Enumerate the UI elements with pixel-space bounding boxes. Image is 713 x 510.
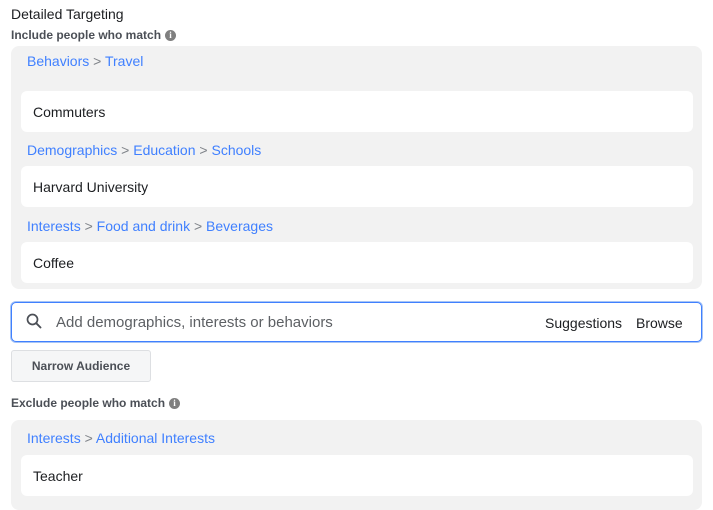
- breadcrumb-separator: >: [84, 218, 93, 234]
- targeting-item[interactable]: Teacher: [21, 455, 693, 496]
- info-icon[interactable]: i: [165, 29, 177, 41]
- breadcrumb-link[interactable]: Additional Interests: [96, 430, 215, 446]
- breadcrumb-interests-food-beverages: Interests > Food and drink > Beverages: [27, 218, 273, 234]
- browse-link[interactable]: Browse: [636, 315, 683, 331]
- breadcrumb-separator: >: [193, 218, 203, 234]
- breadcrumb-separator: >: [121, 142, 130, 158]
- targeting-item-label: Commuters: [33, 104, 106, 120]
- page-title: Detailed Targeting: [11, 6, 124, 22]
- breadcrumb-link[interactable]: Food and drink: [97, 218, 190, 234]
- breadcrumb-link[interactable]: Schools: [211, 142, 261, 158]
- targeting-item[interactable]: Coffee: [21, 242, 693, 283]
- include-targeting-panel: Behaviors > Travel Commuters Demographic…: [11, 46, 702, 289]
- include-label: Include people who match: [11, 28, 162, 42]
- breadcrumb-link[interactable]: Interests: [27, 218, 81, 234]
- breadcrumb-demographics-education-schools: Demographics > Education > Schools: [27, 142, 261, 158]
- targeting-item-label: Teacher: [33, 468, 83, 484]
- breadcrumb-behaviors-travel: Behaviors > Travel: [27, 53, 143, 69]
- breadcrumb-link[interactable]: Demographics: [27, 142, 117, 158]
- breadcrumb-link[interactable]: Behaviors: [27, 53, 89, 69]
- breadcrumb-separator: >: [93, 53, 102, 69]
- narrow-audience-button[interactable]: Narrow Audience: [11, 350, 151, 382]
- breadcrumb-link[interactable]: Education: [133, 142, 195, 158]
- suggestions-link[interactable]: Suggestions: [545, 315, 622, 331]
- search-icon: [26, 313, 42, 329]
- include-label-row: Include people who match i: [11, 28, 177, 42]
- breadcrumb-link[interactable]: Interests: [27, 430, 81, 446]
- targeting-search-box: Suggestions Browse: [11, 302, 702, 342]
- breadcrumb-interests-additional: Interests > Additional Interests: [27, 430, 215, 446]
- targeting-item-label: Harvard University: [33, 179, 149, 195]
- targeting-item[interactable]: Commuters: [21, 91, 693, 132]
- targeting-item-label: Coffee: [33, 255, 74, 271]
- breadcrumb-separator: >: [199, 142, 208, 158]
- exclude-targeting-panel: Interests > Additional Interests Teacher: [11, 420, 702, 510]
- targeting-item[interactable]: Harvard University: [21, 166, 693, 207]
- exclude-label-row: Exclude people who match i: [11, 396, 181, 410]
- info-icon[interactable]: i: [169, 397, 181, 409]
- breadcrumb-separator: >: [84, 430, 93, 446]
- exclude-label: Exclude people who match: [11, 396, 166, 410]
- breadcrumb-link[interactable]: Beverages: [206, 218, 273, 234]
- targeting-search-input[interactable]: [56, 311, 496, 333]
- breadcrumb-link[interactable]: Travel: [105, 53, 143, 69]
